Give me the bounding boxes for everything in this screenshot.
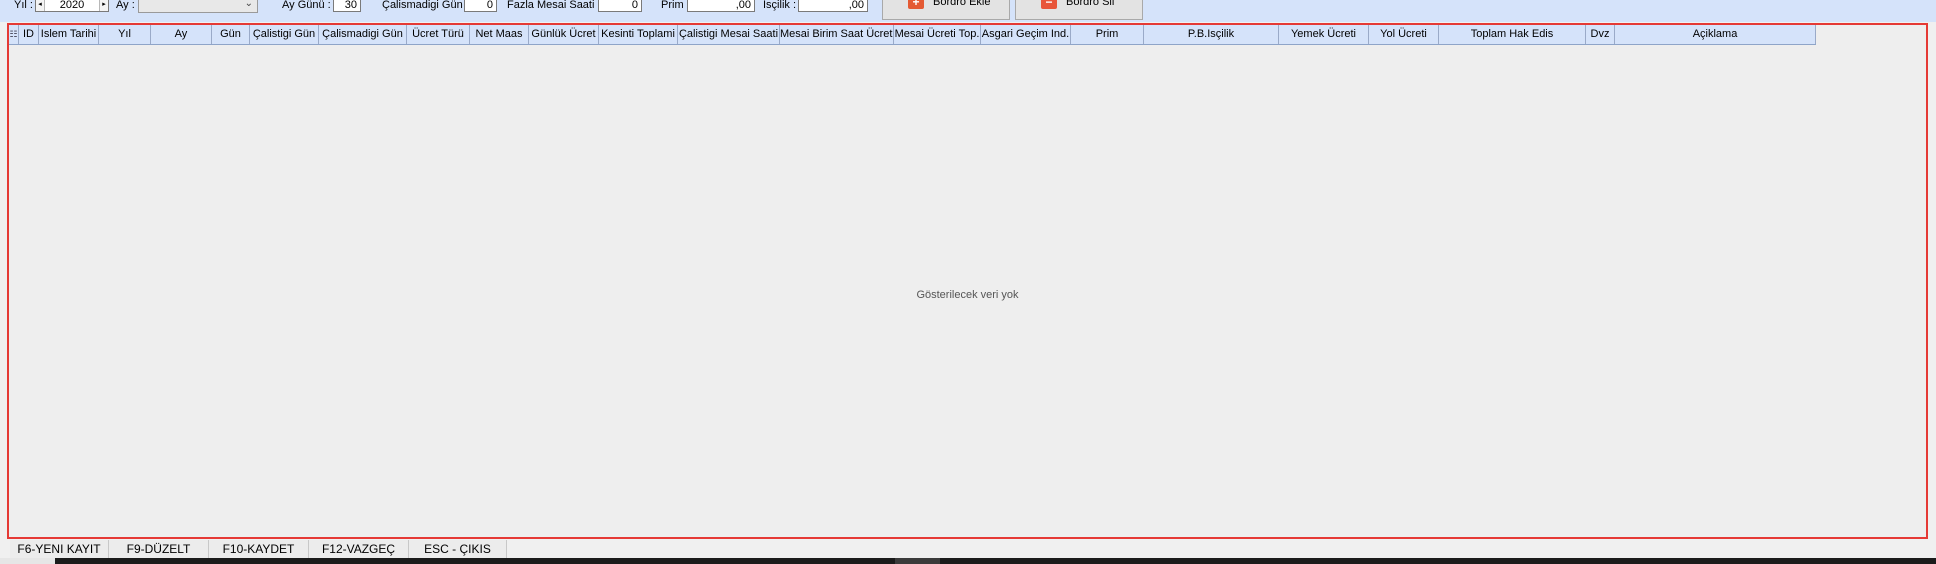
col-yemek-ucreti[interactable]: Yemek Ücreti xyxy=(1279,25,1369,44)
grid-header: ☷ ID Islem Tarihi Yıl Ay Gün Çalistigi G… xyxy=(9,25,1816,45)
spin-left-icon[interactable]: ◂ xyxy=(36,0,45,11)
column-chooser-icon[interactable]: ☷ xyxy=(9,25,19,44)
col-islem-tarihi[interactable]: Islem Tarihi xyxy=(39,25,99,44)
delete-payroll-label: Bordro Sil xyxy=(1066,0,1115,8)
col-calistigi-mesai-saati[interactable]: Çalistigi Mesai Saati xyxy=(678,25,780,44)
status-key-save[interactable]: F10-KAYDET xyxy=(209,540,309,558)
chevron-down-icon[interactable]: ⌄ xyxy=(245,0,253,9)
taskbar-item[interactable] xyxy=(895,558,940,564)
col-id[interactable]: ID xyxy=(19,25,39,44)
year-spinner[interactable]: ◂ 2020 ▸ xyxy=(35,0,109,12)
col-gunluk-ucret[interactable]: Günlük Ücret xyxy=(529,25,599,44)
spin-right-icon[interactable]: ▸ xyxy=(99,0,108,11)
delete-payroll-button[interactable]: − Bordro Sil xyxy=(1015,0,1143,20)
payroll-grid[interactable]: ☷ ID Islem Tarihi Yıl Ay Gün Çalistigi G… xyxy=(7,23,1928,539)
labor-label: Isçilik : xyxy=(763,0,796,11)
col-toplam-hak-edis[interactable]: Toplam Hak Edis xyxy=(1439,25,1586,44)
days-not-worked-input[interactable]: 0 xyxy=(464,0,497,12)
status-key-new-record[interactable]: F6-YENI KAYIT xyxy=(10,540,109,558)
col-mesai-ucreti-top[interactable]: Mesai Ücreti Top. xyxy=(894,25,981,44)
col-ucret-turu[interactable]: Ücret Türü xyxy=(407,25,470,44)
toolbar: Yıl : ◂ 2020 ▸ Ay : ⌄ Ay Günü : 30 Çalis… xyxy=(0,0,1936,22)
col-calismadigi-gun[interactable]: Çalismadigi Gün xyxy=(319,25,407,44)
col-calistigi-gun[interactable]: Çalistigi Gün xyxy=(250,25,319,44)
overtime-hours-label: Fazla Mesai Saati : xyxy=(507,0,601,11)
col-dvz[interactable]: Dvz xyxy=(1586,25,1615,44)
col-net-maas[interactable]: Net Maas xyxy=(470,25,529,44)
month-days-label: Ay Günü : xyxy=(282,0,331,11)
taskbar-start[interactable] xyxy=(0,558,55,564)
status-key-cancel[interactable]: F12-VAZGEÇ xyxy=(309,540,409,558)
col-asgari-gecim-ind[interactable]: Asgari Geçim Ind. xyxy=(981,25,1071,44)
plus-icon: + xyxy=(908,0,924,9)
month-label: Ay : xyxy=(116,0,135,11)
col-pb-iscilik[interactable]: P.B.Isçilik xyxy=(1144,25,1279,44)
taskbar xyxy=(0,558,1936,564)
add-payroll-button[interactable]: + Bordro Ekle xyxy=(882,0,1010,20)
status-key-edit[interactable]: F9-DÜZELT xyxy=(109,540,209,558)
minus-icon: − xyxy=(1041,0,1057,9)
year-value[interactable]: 2020 xyxy=(46,0,98,11)
overtime-hours-input[interactable]: 0 xyxy=(598,0,642,12)
status-bar: F6-YENI KAYIT F9-DÜZELT F10-KAYDET F12-V… xyxy=(0,540,1936,558)
bonus-label: Prim : xyxy=(661,0,690,11)
col-kesinti-toplami[interactable]: Kesinti Toplami xyxy=(599,25,678,44)
col-ay[interactable]: Ay xyxy=(151,25,212,44)
status-key-exit[interactable]: ESC - ÇIKIS xyxy=(409,540,507,558)
col-yol-ucreti[interactable]: Yol Ücreti xyxy=(1369,25,1439,44)
bonus-input[interactable]: ,00 xyxy=(687,0,755,12)
col-gun[interactable]: Gün xyxy=(212,25,250,44)
col-prim[interactable]: Prim xyxy=(1071,25,1144,44)
add-payroll-label: Bordro Ekle xyxy=(933,0,991,8)
month-days-input[interactable]: 30 xyxy=(333,0,361,12)
col-aciklama[interactable]: Açiklama xyxy=(1615,25,1816,44)
col-mesai-birim-saat-ucreti[interactable]: Mesai Birim Saat Ücreti xyxy=(780,25,894,44)
labor-input[interactable]: ,00 xyxy=(798,0,868,12)
empty-grid-message: Gösterilecek veri yok xyxy=(916,289,1019,301)
col-yil[interactable]: Yıl xyxy=(99,25,151,44)
days-not-worked-label: Çalismadigi Gün : xyxy=(382,0,469,11)
month-combo[interactable]: ⌄ xyxy=(138,0,258,13)
year-label: Yıl : xyxy=(14,0,33,11)
